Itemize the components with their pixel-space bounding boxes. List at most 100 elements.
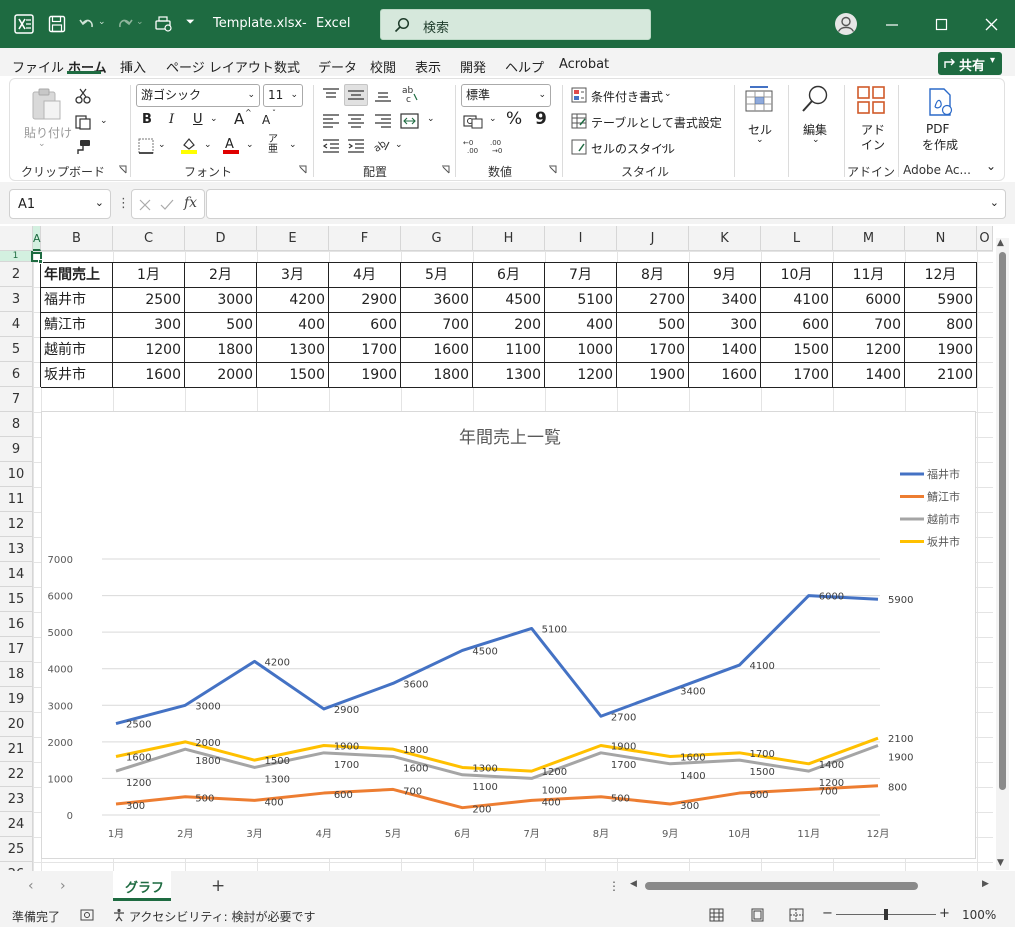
table-cell[interactable]: 越前市 — [41, 338, 113, 363]
scroll-left-icon[interactable]: ◀ — [630, 879, 637, 889]
table-cell[interactable]: 1200 — [113, 338, 185, 363]
tab-splitter-icon[interactable]: ⋮ — [608, 879, 620, 893]
table-cell[interactable]: 5900 — [905, 288, 977, 313]
accessibility-icon[interactable] — [112, 908, 126, 922]
column-header-o[interactable]: O — [977, 226, 993, 251]
table-cell[interactable]: 4200 — [257, 288, 329, 313]
table-header-cell[interactable]: 7月 — [545, 263, 617, 288]
table-cell[interactable]: 3400 — [689, 288, 761, 313]
table-cell[interactable]: 1100 — [473, 338, 545, 363]
expand-formula-bar-icon[interactable]: ⌄ — [990, 196, 999, 209]
row-header-8[interactable]: 8 — [0, 412, 33, 437]
table-cell[interactable]: 鯖江市 — [41, 313, 113, 338]
paste-dropdown-icon[interactable]: ⌄ — [38, 139, 46, 149]
table-cell[interactable]: 2100 — [905, 363, 977, 388]
macro-record-icon[interactable] — [80, 908, 94, 922]
shrink-font-button[interactable]: A — [262, 113, 270, 127]
accessibility-status[interactable]: アクセシビリティ: 検討が必要です — [129, 908, 316, 925]
row-header-13[interactable]: 13 — [0, 537, 33, 562]
table-cell[interactable]: 1300 — [257, 338, 329, 363]
editing-dropdown-icon[interactable]: ⌄ — [812, 135, 820, 145]
table-cell[interactable]: 6000 — [833, 288, 905, 313]
table-cell[interactable]: 1300 — [473, 363, 545, 388]
table-header-cell[interactable]: 3月 — [257, 263, 329, 288]
table-cell[interactable]: 3000 — [185, 288, 257, 313]
column-header-e[interactable]: E — [257, 226, 329, 251]
row-header-11[interactable]: 11 — [0, 487, 33, 512]
find-select-icon[interactable] — [800, 84, 830, 114]
align-left-icon[interactable] — [322, 113, 340, 129]
format-as-table-icon[interactable] — [571, 113, 587, 129]
row-header-18[interactable]: 18 — [0, 662, 33, 687]
maximize-icon[interactable] — [935, 18, 949, 32]
minimize-icon[interactable] — [885, 18, 899, 32]
conditional-formatting-icon[interactable] — [571, 87, 587, 103]
cells-dropdown-icon[interactable]: ⌄ — [756, 135, 764, 145]
column-header-h[interactable]: H — [473, 226, 545, 251]
column-header-g[interactable]: G — [401, 226, 473, 251]
table-cell[interactable]: 1700 — [617, 338, 689, 363]
alignment-launcher-icon[interactable] — [441, 165, 450, 174]
name-box[interactable]: A1 ⌄ — [9, 189, 111, 219]
add-ins-label-2[interactable]: イン — [861, 136, 885, 153]
underline-button[interactable]: U — [193, 112, 203, 127]
table-cell[interactable]: 坂井市 — [41, 363, 113, 388]
row-header-10[interactable]: 10 — [0, 462, 33, 487]
tab-developer[interactable]: 開発 — [460, 57, 486, 76]
tab-file[interactable]: ファイル — [12, 57, 64, 76]
customize-toolbar-icon[interactable]: ⏷ — [186, 15, 195, 29]
redo-dropdown-icon[interactable]: ⌄ — [136, 17, 144, 27]
row-header-23[interactable]: 23 — [0, 787, 33, 812]
decrease-indent-icon[interactable] — [322, 138, 340, 154]
fill-handle[interactable] — [38, 259, 43, 264]
table-cell[interactable]: 3600 — [401, 288, 473, 313]
format-painter-icon[interactable] — [74, 139, 92, 155]
tab-review[interactable]: 校閲 — [370, 57, 396, 76]
row-header-15[interactable]: 15 — [0, 587, 33, 612]
table-header-cell[interactable]: 6月 — [473, 263, 545, 288]
prev-sheet-icon[interactable]: ‹ — [28, 878, 34, 894]
table-cell[interactable]: 1400 — [833, 363, 905, 388]
merge-center-icon[interactable] — [400, 112, 420, 130]
row-header-2[interactable]: 2 — [0, 262, 33, 287]
column-header-b[interactable]: B — [41, 226, 113, 251]
row-header-16[interactable]: 16 — [0, 612, 33, 637]
line-chart[interactable]: 年間売上一覧 0 1000 2000 3000 4000 5000 6000 7000 1月 2月 3… — [41, 411, 976, 859]
insert-function-icon[interactable]: fx — [184, 195, 197, 211]
column-header-i[interactable]: I — [545, 226, 617, 251]
table-cell[interactable]: 300 — [689, 313, 761, 338]
table-header-cell[interactable]: 年間売上 — [41, 263, 113, 288]
table-cell[interactable]: 2000 — [185, 363, 257, 388]
table-header-cell[interactable]: 1月 — [113, 263, 185, 288]
row-header-1[interactable]: 1 — [0, 251, 33, 262]
grow-font-button[interactable]: A — [234, 110, 244, 128]
search-box[interactable]: 検索 — [380, 9, 651, 40]
table-cell[interactable]: 福井市 — [41, 288, 113, 313]
ribbon-display-options-icon[interactable]: ⌄ — [986, 159, 996, 173]
orientation-dropdown-icon[interactable]: ⌄ — [395, 140, 403, 150]
table-header-cell[interactable]: 2月 — [185, 263, 257, 288]
table-cell[interactable]: 1600 — [113, 363, 185, 388]
table-cell[interactable]: 4500 — [473, 288, 545, 313]
scroll-down-icon[interactable]: ▼ — [997, 858, 1004, 868]
align-right-icon[interactable] — [374, 113, 392, 129]
table-cell[interactable]: 500 — [185, 313, 257, 338]
table-cell[interactable]: 1600 — [689, 363, 761, 388]
table-cell[interactable]: 1700 — [761, 363, 833, 388]
table-cell[interactable]: 700 — [833, 313, 905, 338]
cancel-entry-icon[interactable] — [138, 198, 152, 212]
table-cell[interactable]: 2900 — [329, 288, 401, 313]
zoom-out-button[interactable]: − — [822, 906, 833, 921]
table-cell[interactable]: 800 — [905, 313, 977, 338]
table-cell[interactable]: 1200 — [833, 338, 905, 363]
bold-button[interactable]: B — [142, 112, 152, 127]
merge-dropdown-icon[interactable]: ⌄ — [427, 114, 435, 124]
series-line-1[interactable] — [115, 594, 879, 726]
undo-dropdown-icon[interactable]: ⌄ — [98, 17, 106, 27]
table-cell[interactable]: 1600 — [401, 338, 473, 363]
select-all-corner[interactable] — [0, 226, 33, 251]
table-cell[interactable]: 5100 — [545, 288, 617, 313]
account-avatar-icon[interactable] — [834, 12, 858, 36]
row-header-24[interactable]: 24 — [0, 812, 33, 837]
redo-icon[interactable] — [116, 15, 134, 33]
